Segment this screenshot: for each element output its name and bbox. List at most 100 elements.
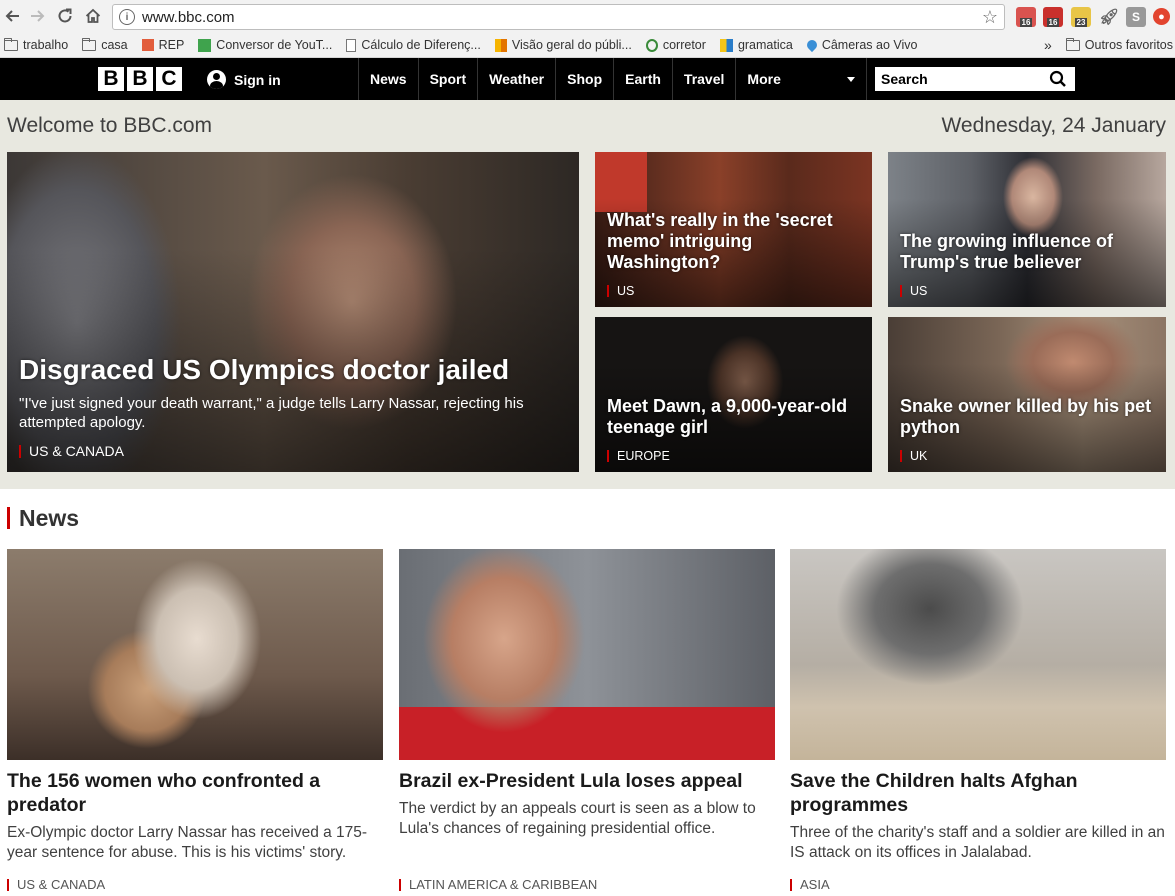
bookmark-label: Câmeras ao Vivo — [821, 38, 918, 52]
bookmark-star-icon[interactable]: ☆ — [982, 7, 998, 28]
bookmark-trabalho[interactable]: trabalho — [4, 37, 68, 52]
map-pin-icon — [804, 37, 819, 53]
welcome-section: Welcome to BBC.com Wednesday, 24 January… — [0, 100, 1175, 489]
news-story-image[interactable] — [790, 549, 1166, 760]
bbc-logo[interactable]: B B C — [98, 67, 182, 91]
story-headline[interactable]: Meet Dawn, a 9,000-year-old teenage girl — [607, 396, 862, 438]
home-button[interactable] — [80, 3, 106, 29]
news-story-card[interactable]: The 156 women who confronted a predator … — [7, 549, 383, 891]
bookmark-casa[interactable]: casa — [82, 37, 128, 52]
bookmark-label: Visão geral do públi... — [511, 38, 632, 52]
folder-icon — [1065, 37, 1080, 51]
search-box[interactable]: Search — [875, 67, 1075, 91]
bookmark-gramatica[interactable]: gramatica — [719, 38, 793, 52]
rocket-icon[interactable]: 🚀︎ — [1099, 7, 1119, 27]
analytics-icon — [494, 38, 507, 52]
story-headline[interactable]: Disgraced US Olympics doctor jailed — [19, 354, 569, 386]
bookmark-label: Cálculo de Diferenç... — [361, 38, 481, 52]
news-story-card[interactable]: Brazil ex-President Lula loses appeal Th… — [399, 549, 775, 891]
bookmark-cameras[interactable]: Câmeras ao Vivo — [804, 37, 918, 53]
reload-button[interactable] — [52, 3, 78, 29]
image-shade — [888, 317, 1166, 472]
news-story-image[interactable] — [7, 549, 383, 760]
top-story-card[interactable]: Snake owner killed by his pet python UK — [888, 317, 1166, 472]
nav-news[interactable]: News — [358, 58, 418, 100]
story-text: Meet Dawn, a 9,000-year-old teenage girl — [607, 396, 862, 438]
story-headline[interactable]: Snake owner killed by his pet python — [900, 396, 1156, 438]
search-icon[interactable] — [1049, 70, 1067, 88]
top-story-card[interactable]: Meet Dawn, a 9,000-year-old teenage girl… — [595, 317, 872, 472]
nav-earth[interactable]: Earth — [613, 58, 672, 100]
nav-shop[interactable]: Shop — [555, 58, 613, 100]
bbc-header: B B C Sign in News Sport Weather Shop Ea… — [0, 58, 1175, 100]
story-tag[interactable]: ASIA — [790, 878, 830, 891]
user-avatar-icon — [207, 70, 226, 89]
nav-more-label: More — [747, 71, 781, 87]
story-tag[interactable]: US — [900, 285, 927, 297]
nav-more[interactable]: More — [735, 58, 868, 100]
sign-in-label: Sign in — [234, 71, 281, 88]
back-arrow-icon — [5, 10, 19, 22]
story-tag[interactable]: US — [607, 285, 634, 297]
info-icon[interactable]: i — [119, 9, 135, 25]
bookmark-label: gramatica — [737, 38, 793, 52]
welcome-title: Welcome to BBC.com — [7, 114, 213, 137]
story-headline[interactable]: What's really in the 'secret memo' intri… — [607, 210, 862, 273]
nav-travel[interactable]: Travel — [671, 58, 735, 100]
extension-badge: 23 — [1074, 18, 1088, 27]
story-headline[interactable]: Save the Children halts Afghan programme… — [790, 769, 1166, 817]
converter-icon — [198, 38, 212, 52]
gramatica-icon — [719, 38, 733, 52]
sign-in-link[interactable]: Sign in — [207, 70, 281, 89]
address-bar[interactable]: i www.bbc.com ☆ — [112, 4, 1005, 30]
top-story-card[interactable]: What's really in the 'secret memo' intri… — [595, 152, 872, 307]
bookmark-calculo[interactable]: Cálculo de Diferenç... — [346, 38, 481, 52]
story-headline[interactable]: Brazil ex-President Lula loses appeal — [399, 769, 775, 793]
bookmark-label: corretor — [662, 38, 706, 52]
news-story-card[interactable]: Save the Children halts Afghan programme… — [790, 549, 1166, 891]
nav-sport[interactable]: Sport — [417, 58, 478, 100]
story-tag[interactable]: US & CANADA — [7, 878, 105, 891]
extension-calendar-icon[interactable]: 16 — [1043, 7, 1063, 27]
extension-badge: 16 — [1046, 18, 1060, 27]
extension-s-icon[interactable]: S — [1126, 7, 1146, 27]
news-story-image[interactable] — [399, 549, 775, 760]
lead-story-card[interactable]: Disgraced US Olympics doctor jailed "I'v… — [7, 152, 579, 472]
search-placeholder[interactable]: Search — [881, 71, 928, 87]
story-summary: Ex-Olympic doctor Larry Nassar has recei… — [7, 824, 368, 861]
story-text: What's really in the 'secret memo' intri… — [607, 210, 862, 273]
bookmark-label: casa — [101, 38, 128, 52]
story-tag[interactable]: UK — [900, 450, 927, 462]
bookmark-corretor[interactable]: corretor — [645, 38, 706, 52]
top-story-card[interactable]: The growing influence of Trump's true be… — [888, 152, 1166, 307]
forward-button[interactable] — [24, 3, 50, 29]
bookmarks-overflow-button[interactable]: » — [1044, 37, 1052, 53]
extension-stop-icon[interactable]: ● — [1153, 8, 1170, 25]
chevron-down-icon — [847, 76, 856, 82]
bookmark-outros-favoritos[interactable]: Outros favoritos — [1065, 37, 1173, 52]
story-tag[interactable]: US & CANADA — [19, 444, 124, 458]
extension-calendar-icon[interactable]: 16 — [1016, 7, 1036, 27]
extension-badge: 16 — [1019, 18, 1033, 27]
url-text[interactable]: www.bbc.com — [142, 9, 235, 26]
story-text: The growing influence of Trump's true be… — [900, 231, 1156, 273]
main-nav: News Sport Weather Shop Earth Travel Mor… — [358, 58, 868, 100]
nav-weather[interactable]: Weather — [477, 58, 555, 100]
story-summary: "I've just signed your death warrant," a… — [19, 395, 524, 431]
story-summary: The verdict by an appeals court is seen … — [399, 800, 756, 837]
logo-letter: B — [98, 67, 124, 91]
news-section-heading[interactable]: News — [7, 507, 79, 530]
story-tag[interactable]: EUROPE — [607, 450, 670, 462]
story-headline[interactable]: The 156 women who confronted a predator — [7, 769, 383, 817]
bookmark-rep[interactable]: REP — [141, 38, 184, 52]
forward-arrow-icon — [31, 10, 45, 22]
bookmark-conversor[interactable]: Conversor de YouT... — [198, 38, 332, 52]
back-button[interactable] — [0, 3, 26, 29]
story-headline[interactable]: The growing influence of Trump's true be… — [900, 231, 1156, 273]
image-shade — [888, 152, 1166, 307]
extension-notes-icon[interactable]: 23 — [1071, 7, 1091, 27]
story-tag[interactable]: LATIN AMERICA & CARIBBEAN — [399, 878, 597, 891]
welcome-date: Wednesday, 24 January — [941, 114, 1166, 137]
corretor-icon — [645, 38, 658, 52]
bookmark-visao-geral[interactable]: Visão geral do públi... — [494, 38, 632, 52]
